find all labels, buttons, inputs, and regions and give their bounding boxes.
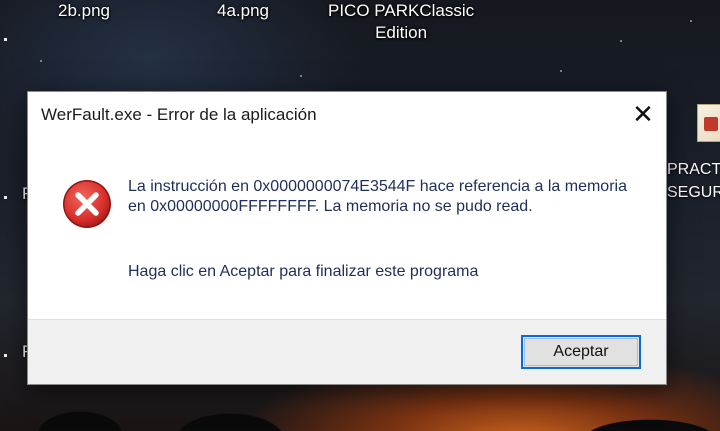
ok-button-label: Aceptar — [553, 343, 609, 360]
desktop-icon-label: 4a.png — [217, 1, 269, 20]
partial-icon-dot — [4, 38, 7, 41]
close-button[interactable]: ✕ — [620, 92, 666, 136]
desktop-icon-label: PICO PARKClassic — [328, 1, 475, 20]
wallpaper-star — [40, 60, 42, 62]
desktop-icon-4a[interactable]: 4a.png — [217, 0, 269, 22]
desktop-icon-pico-park[interactable]: PICO PARKClassic Edition — [328, 0, 474, 44]
partial-icon-label: SEGUR — [667, 184, 720, 201]
wallpaper-star — [690, 20, 692, 22]
dialog-titlebar[interactable]: WerFault.exe - Error de la aplicación ✕ — [28, 92, 666, 136]
dialog-footer: Aceptar — [28, 319, 666, 384]
error-dialog: WerFault.exe - Error de la aplicación ✕ … — [27, 91, 667, 385]
instruction-message: Haga clic en Aceptar para finalizar este… — [128, 263, 479, 280]
partial-icon-label: PRACT — [667, 161, 720, 178]
wallpaper-star — [560, 70, 562, 72]
dialog-title: WerFault.exe - Error de la aplicación — [41, 105, 317, 124]
desktop-icon-2b[interactable]: 2b.png — [58, 0, 110, 22]
error-message: La instrucción en 0x0000000074E3544F hac… — [128, 178, 627, 215]
desktop-icon-label: 2b.png — [58, 1, 110, 20]
close-icon: ✕ — [632, 98, 654, 129]
ok-button[interactable]: Aceptar — [521, 335, 641, 369]
wallpaper-star — [620, 40, 622, 42]
error-icon — [63, 180, 111, 228]
partial-icon-dot — [4, 196, 7, 199]
partial-icon-dot — [4, 354, 7, 357]
document-file-icon[interactable] — [697, 104, 720, 142]
desktop-icon-label: Edition — [375, 23, 428, 42]
wallpaper-star — [300, 75, 302, 77]
